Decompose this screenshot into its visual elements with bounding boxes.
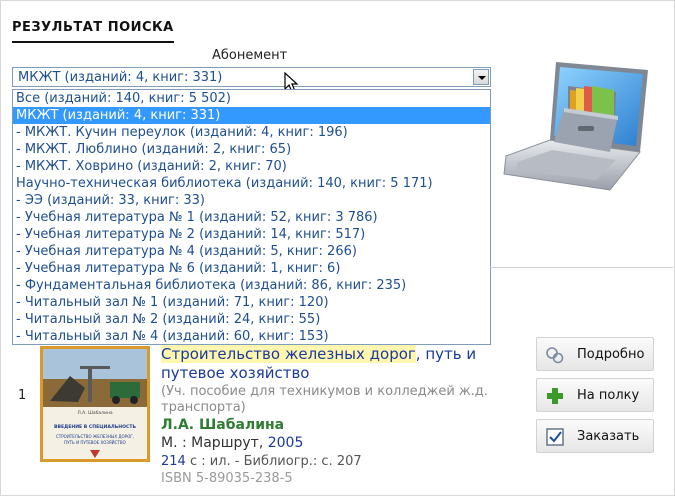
- cover-author: Л.А. Шабалина: [77, 410, 113, 416]
- subscription-option[interactable]: - Учебная литература № 1 (изданий: 52, к…: [13, 209, 490, 226]
- subscription-option[interactable]: - Учебная литература № 2 (изданий: 14, к…: [13, 226, 490, 243]
- pages-details: с : ил. - Библиогр.: с. 207: [185, 454, 362, 469]
- add-to-shelf-button-label: На полку: [577, 388, 640, 403]
- book-publisher: М. : Маршрут, 2005: [161, 435, 303, 451]
- subscription-option[interactable]: МКЖТ (изданий: 4, книг: 331): [13, 107, 490, 124]
- book-title-highlight[interactable]: Строительство железных дорог: [161, 345, 416, 363]
- book-isbn: ISBN 5-89035-238-5: [161, 471, 293, 486]
- book-subtitle: (Уч. пособие для техникумов и колледжей …: [161, 384, 488, 415]
- subscription-option[interactable]: - ЭЭ (изданий: 33, книг: 33): [13, 192, 490, 209]
- subscription-option[interactable]: - Читальный зал № 2 (изданий: 24, книг: …: [13, 311, 490, 328]
- subscription-option[interactable]: - Читальный зал № 4 (изданий: 60, книг: …: [13, 328, 490, 344]
- details-icon: [546, 347, 564, 364]
- plus-icon: [547, 388, 563, 404]
- add-to-shelf-button[interactable]: На полку: [536, 378, 654, 412]
- details-button-label: Подробно: [577, 347, 645, 362]
- order-button[interactable]: Заказать: [536, 419, 654, 453]
- subscription-option[interactable]: - Учебная литература № 6 (изданий: 1, кн…: [13, 260, 490, 277]
- subscription-selected-value: МКЖТ (изданий: 4, книг: 331): [18, 70, 223, 85]
- subscription-option[interactable]: - МКЖТ. Ховрино (изданий: 2, книг: 70): [13, 158, 490, 175]
- laptop-catalog-illustration: [503, 62, 648, 191]
- subscription-select[interactable]: МКЖТ (изданий: 4, книг: 331): [12, 67, 491, 87]
- checkbox-icon: [546, 428, 564, 446]
- order-button-label: Заказать: [577, 429, 640, 444]
- subscription-option[interactable]: - Фундаментальная библиотека (изданий: 8…: [13, 277, 490, 294]
- publication-year[interactable]: 2005: [268, 435, 304, 451]
- chevron-down-icon[interactable]: [473, 69, 489, 85]
- book-author[interactable]: Л.А. Шабалина: [161, 417, 284, 433]
- subscription-option[interactable]: Все (изданий: 140, книг: 5 502): [13, 90, 490, 107]
- subscription-label: Абонемент: [212, 48, 288, 63]
- publisher-text: М. : Маршрут,: [161, 435, 268, 451]
- book-pages: 214 с : ил. - Библиогр.: с. 207: [161, 454, 362, 469]
- subscription-option[interactable]: - МКЖТ. Люблино (изданий: 2, книг: 65): [13, 141, 490, 158]
- page-count[interactable]: 214: [161, 454, 186, 469]
- book-cover-image[interactable]: Л.А. Шабалина ВВЕДЕНИЕ В СПЕЦИАЛЬНОСТЬ С…: [40, 346, 150, 462]
- divider: [490, 267, 673, 268]
- subscription-option[interactable]: - Учебная литература № 4 (изданий: 5, кн…: [13, 243, 490, 260]
- cover-title-line1: СТРОИТЕЛЬСТВО ЖЕЛЕЗНЫХ ДОРОГ,: [56, 434, 134, 439]
- details-button[interactable]: Подробно: [536, 337, 654, 371]
- cover-series: ВВЕДЕНИЕ В СПЕЦИАЛЬНОСТЬ: [54, 424, 136, 430]
- subscription-option[interactable]: Научно-техническая библиотека (изданий: …: [13, 175, 490, 192]
- page-title: РЕЗУЛЬТАТ ПОИСКА: [12, 20, 174, 43]
- book-title-link[interactable]: Строительство железных дорог, путь и пут…: [161, 345, 511, 383]
- subscription-option[interactable]: - Читальный зал № 1 (изданий: 71, книг: …: [13, 294, 490, 311]
- subscription-option[interactable]: - МКЖТ. Кучин переулок (изданий: 4, книг…: [13, 124, 490, 141]
- result-number: 1: [18, 388, 27, 403]
- cover-title-line2: ПУТЬ И ПУТЕВОЕ ХОЗЯЙСТВО: [64, 440, 126, 445]
- subscription-options-list[interactable]: Все (изданий: 140, книг: 5 502) МКЖТ (из…: [12, 89, 491, 345]
